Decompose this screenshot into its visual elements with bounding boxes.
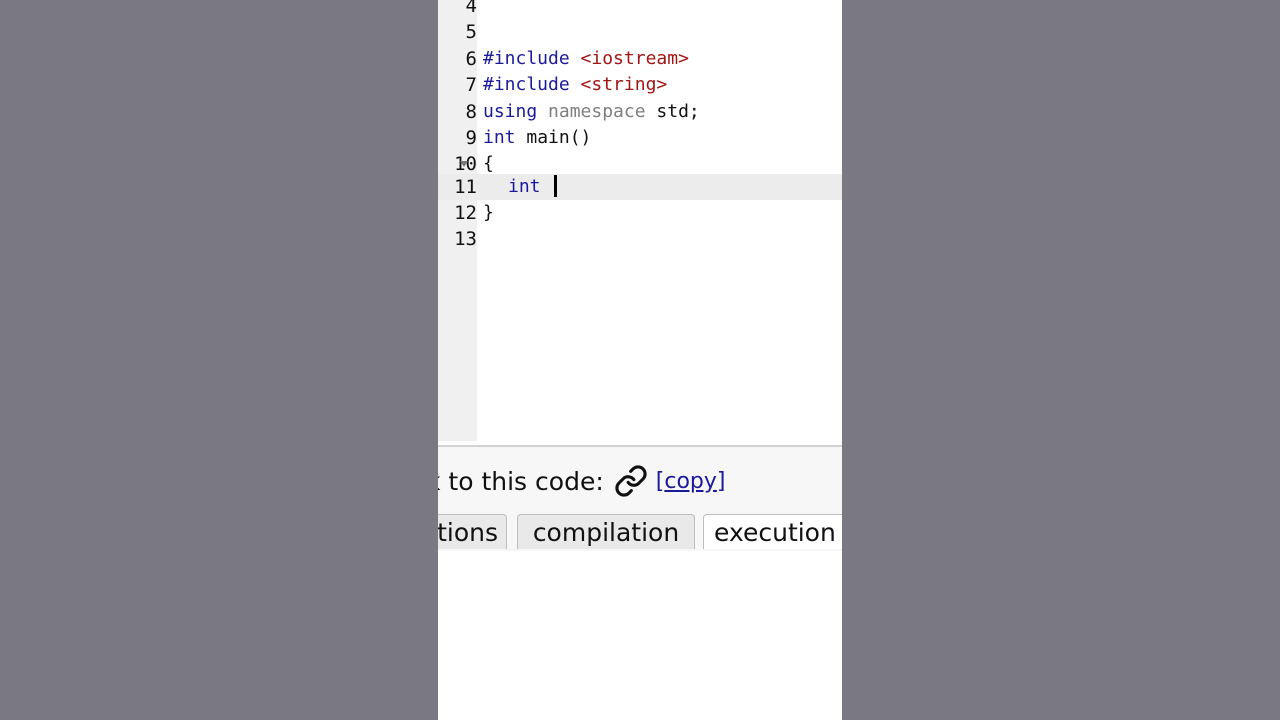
code-text: #include <iostream>: [483, 46, 689, 72]
line-number: 8: [465, 100, 477, 123]
active-code-line[interactable]: 11 int: [438, 173, 842, 200]
text-cursor: [553, 174, 557, 197]
tab-compilation[interactable]: compilation: [517, 514, 695, 549]
type-keyword: int: [508, 175, 541, 197]
compiler-panel: 4 5 6 #include <iostream> 7 #include <st…: [438, 0, 842, 720]
line-number: 13: [454, 228, 477, 251]
line-number: 6: [465, 47, 477, 70]
share-label: k to this code:: [438, 466, 604, 496]
code-text: }: [483, 200, 494, 226]
code-line[interactable]: 4: [438, 0, 842, 19]
tab-execution[interactable]: execution: [703, 514, 842, 549]
link-icon[interactable]: [614, 464, 648, 498]
type-keyword: int: [483, 127, 516, 148]
include-header: <string>: [580, 74, 668, 96]
line-number: 12: [454, 201, 477, 224]
code-line[interactable]: 8 using namespace std;: [438, 99, 842, 125]
include-header: <iostream>: [580, 47, 689, 69]
code-text: int: [483, 174, 557, 200]
line-number: 7: [465, 74, 477, 97]
fold-arrow-icon[interactable]: [460, 161, 468, 168]
line-number: 5: [465, 21, 477, 44]
line-number: 9: [465, 127, 477, 149]
preprocessor-keyword: #include: [483, 74, 570, 96]
namespace-name: std;: [656, 100, 700, 122]
code-text: using namespace std;: [483, 99, 700, 125]
using-keyword: using: [483, 100, 538, 122]
code-text: int main(): [483, 125, 591, 151]
code-line[interactable]: 6 #include <iostream>: [438, 46, 842, 72]
copy-link[interactable]: [copy]: [656, 469, 726, 494]
share-link-row: k to this code: [copy]: [438, 463, 725, 499]
code-line[interactable]: 13: [438, 226, 842, 252]
line-number: 4: [465, 0, 477, 17]
function-signature: main(): [526, 127, 592, 148]
preprocessor-keyword: #include: [483, 47, 570, 69]
code-line[interactable]: 7 #include <string>: [438, 72, 842, 98]
tab-options[interactable]: tions: [438, 514, 507, 549]
code-editor[interactable]: 4 5 6 #include <iostream> 7 #include <st…: [438, 0, 842, 441]
close-brace: }: [483, 201, 494, 223]
code-line[interactable]: 5: [438, 19, 842, 45]
output-area: [438, 551, 842, 720]
code-text: #include <string>: [483, 72, 667, 98]
code-line[interactable]: 12 }: [438, 200, 842, 226]
namespace-keyword: namespace: [548, 100, 646, 122]
open-brace: {: [483, 153, 494, 175]
line-number: 11: [454, 175, 477, 198]
code-line[interactable]: 9 int main(): [438, 125, 842, 151]
